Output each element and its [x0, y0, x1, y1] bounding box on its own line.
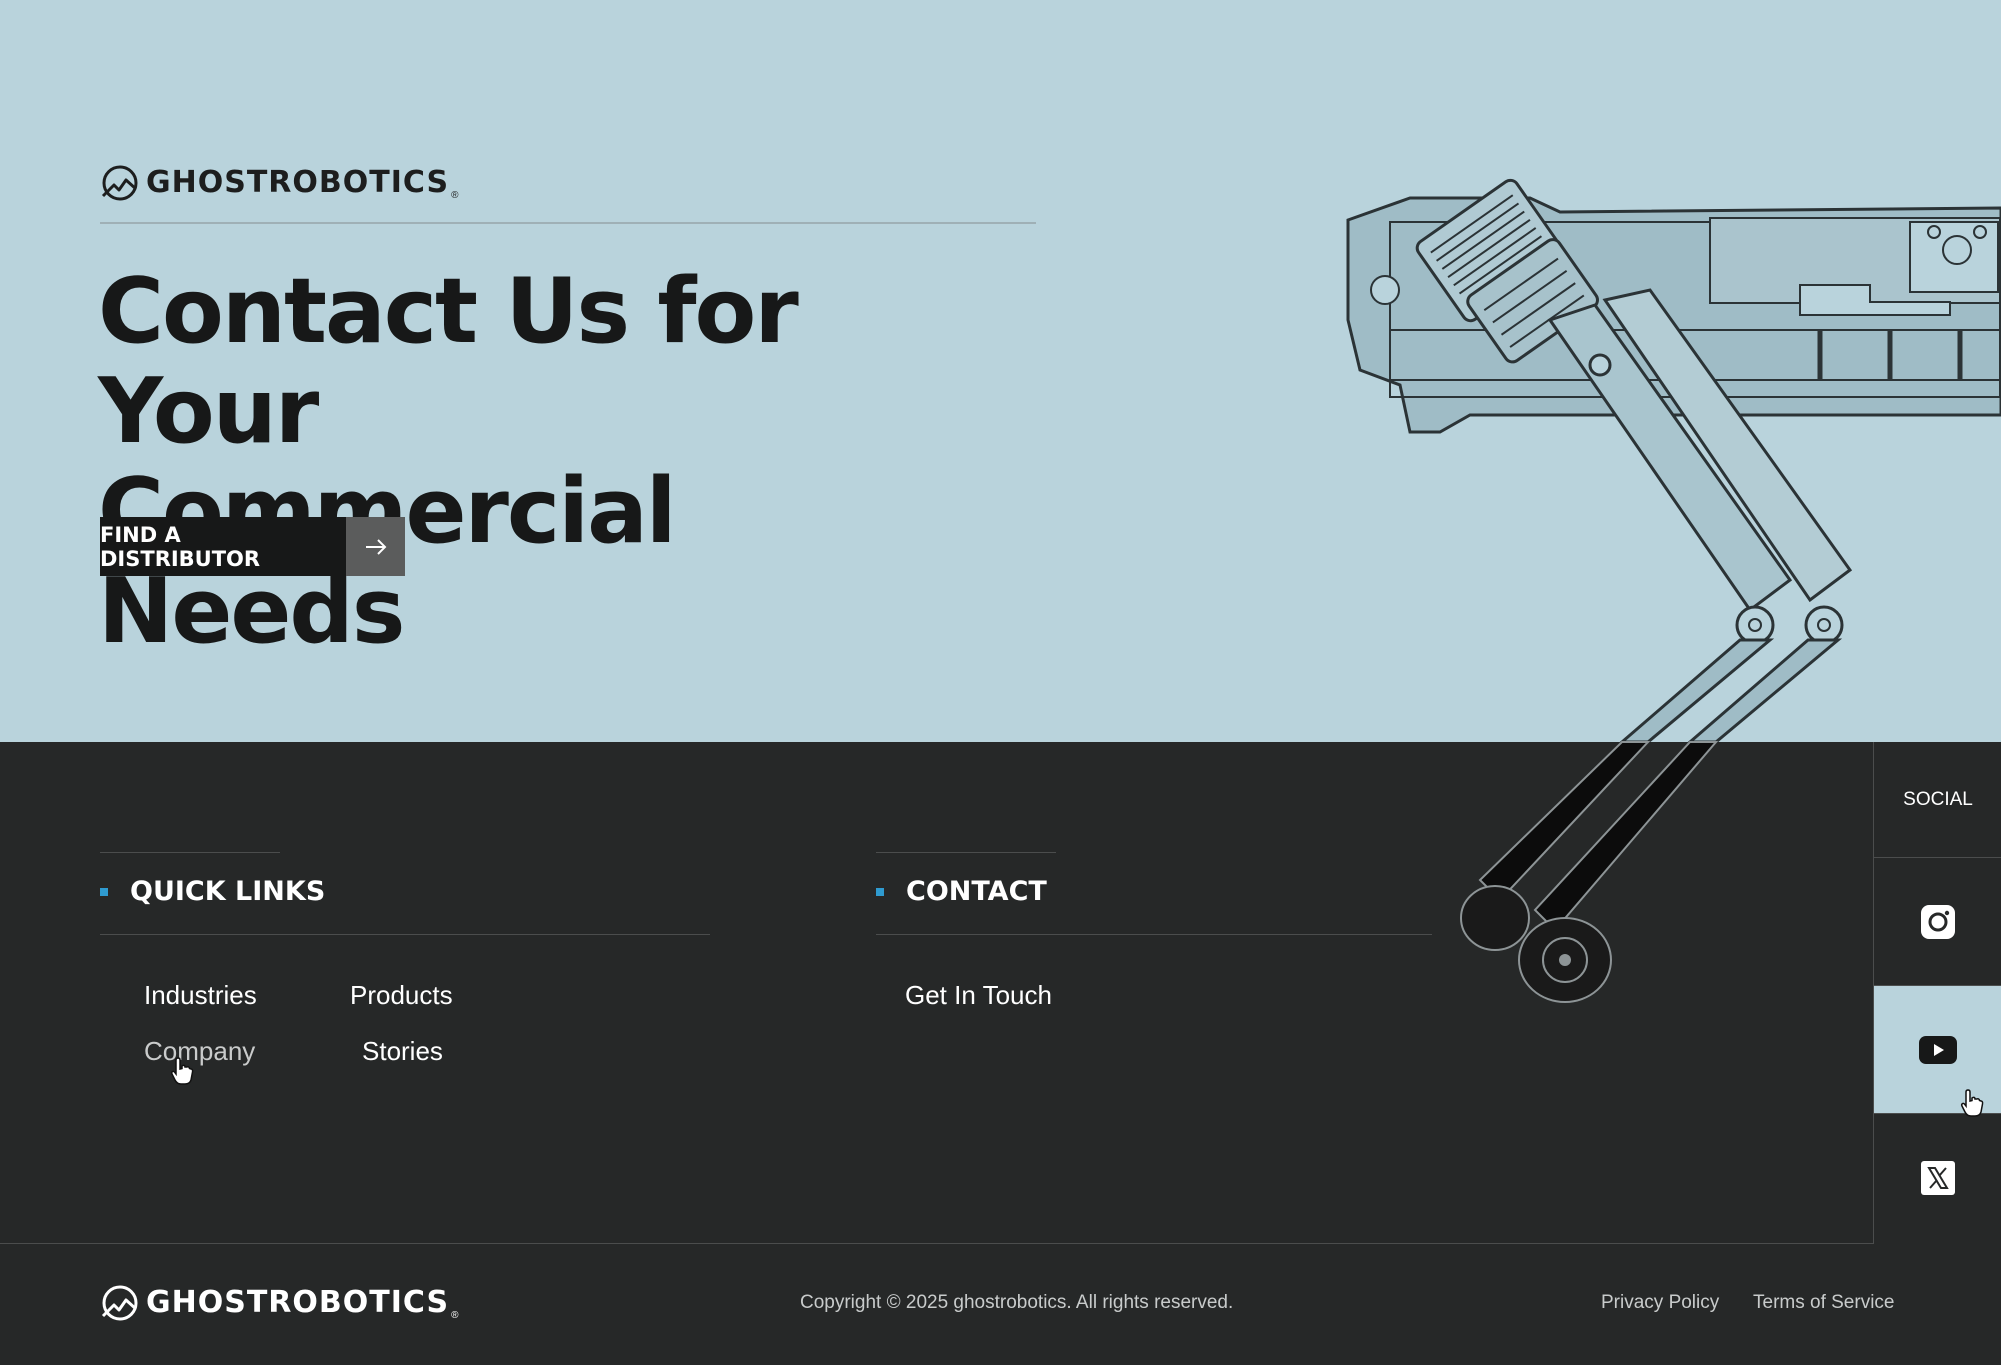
x-button[interactable] — [1874, 1114, 2001, 1241]
social-column: SOCIAL — [1873, 742, 2001, 1244]
quick-links-heading: QUICK LINKS — [100, 876, 325, 907]
x-icon — [1921, 1160, 1955, 1195]
quick-links-top-rule — [100, 852, 280, 853]
youtube-icon — [1919, 1035, 1957, 1064]
find-distributor-button[interactable]: FIND A DISTRIBUTOR — [100, 517, 405, 576]
page-title-line1: Contact Us for Your — [98, 259, 799, 464]
bullet-square-icon — [876, 887, 884, 896]
find-distributor-label: FIND A DISTRIBUTOR — [100, 517, 346, 576]
hero-divider — [100, 222, 1036, 224]
ghost-robotics-logo-icon — [101, 165, 138, 201]
link-products[interactable]: Products — [350, 980, 453, 1011]
terms-of-service-link[interactable]: Terms of Service — [1753, 1292, 1894, 1314]
registered-mark: ® — [451, 1310, 459, 1321]
registered-mark: ® — [451, 190, 459, 201]
bullet-square-icon — [100, 887, 108, 896]
brand-name: GHOSTROBOTICS — [146, 165, 450, 200]
hand-cursor-icon — [171, 1057, 194, 1085]
brand-name: GHOSTROBOTICS — [146, 1285, 450, 1320]
privacy-policy-link[interactable]: Privacy Policy — [1601, 1292, 1719, 1314]
hand-cursor-icon — [1961, 1089, 1984, 1117]
arrow-right-icon — [346, 517, 405, 576]
quick-links-divider — [100, 934, 710, 935]
instagram-icon — [1921, 904, 1955, 939]
footer-divider — [0, 1243, 1873, 1244]
page-title: Contact Us for Your Commercial Needs — [98, 262, 998, 662]
contact-top-rule — [876, 852, 1056, 853]
footer-logo[interactable]: GHOSTROBOTICS ® — [100, 1283, 458, 1323]
contact-title: CONTACT — [906, 876, 1047, 907]
copyright-text: Copyright © 2025 ghostrobotics. All righ… — [800, 1292, 1234, 1313]
quick-links-title: QUICK LINKS — [130, 876, 326, 907]
link-company[interactable]: Company — [144, 1036, 255, 1067]
link-industries[interactable]: Industries — [144, 980, 257, 1011]
social-heading: SOCIAL — [1874, 742, 2001, 858]
ghost-robotics-logo-icon — [101, 1285, 138, 1321]
header-logo[interactable]: GHOSTROBOTICS ® — [100, 163, 458, 203]
contact-heading: CONTACT — [876, 876, 1047, 907]
contact-divider — [876, 934, 1432, 935]
link-stories[interactable]: Stories — [362, 1036, 443, 1067]
link-get-in-touch[interactable]: Get In Touch — [905, 980, 1052, 1011]
instagram-button[interactable] — [1874, 858, 2001, 986]
